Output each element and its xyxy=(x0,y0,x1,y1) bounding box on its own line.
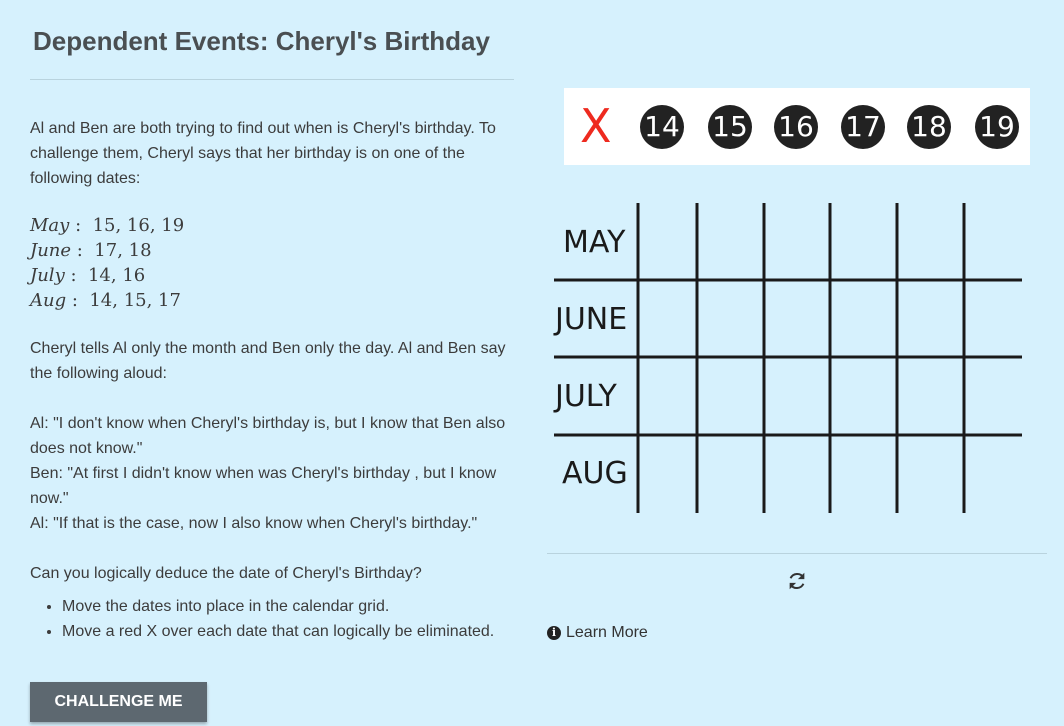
date-chip-19[interactable]: 19 xyxy=(975,105,1019,149)
grid-divider xyxy=(547,553,1047,554)
intro-text: Al and Ben are both trying to find out w… xyxy=(30,120,496,187)
instruction-list: Move the dates into place in the calenda… xyxy=(30,594,516,644)
date-chip-17[interactable]: 17 xyxy=(841,105,885,149)
date-option-may: May : 15, 16, 19 xyxy=(30,215,185,236)
dialogue-al-1: Al: "I don't know when Cheryl's birthday… xyxy=(30,415,506,457)
row-label-aug: AUG xyxy=(562,456,628,491)
instruction-item: Move a red X over each date that can log… xyxy=(62,619,516,644)
title-divider xyxy=(30,79,514,80)
learn-more-label: Learn More xyxy=(566,624,648,641)
red-x-marker[interactable]: X xyxy=(580,103,612,149)
instruction-item: Move the dates into place in the calenda… xyxy=(62,594,516,619)
date-option-aug: Aug : 14, 15, 17 xyxy=(30,290,181,311)
row-label-june: JUNE xyxy=(555,302,628,337)
date-tray: X 14 15 16 17 18 19 xyxy=(564,88,1030,165)
date-chip-14[interactable]: 14 xyxy=(640,105,684,149)
date-options: May : 15, 16, 19 June : 17, 18 July : 14… xyxy=(30,213,516,313)
page-title: Dependent Events: Cheryl's Birthday xyxy=(33,26,490,56)
date-chip-16[interactable]: 16 xyxy=(774,105,818,149)
date-chip-15[interactable]: 15 xyxy=(708,105,752,149)
learn-more-link[interactable]: i Learn More xyxy=(547,624,648,642)
date-option-july: July : 14, 16 xyxy=(30,265,146,286)
row-label-july: JULY xyxy=(555,379,617,414)
dialogue-ben: Ben: "At first I didn't know when was Ch… xyxy=(30,465,497,507)
date-option-june: June : 17, 18 xyxy=(30,240,152,261)
dialogue-al-2: Al: "If that is the case, now I also kno… xyxy=(30,515,478,532)
challenge-me-button[interactable]: CHALLENGE ME xyxy=(30,682,207,722)
date-chip-18[interactable]: 18 xyxy=(907,105,951,149)
question-text: Can you logically deduce the date of Che… xyxy=(30,565,422,582)
info-icon: i xyxy=(547,626,561,640)
refresh-icon[interactable] xyxy=(786,570,808,592)
calendar-grid[interactable]: MAY JUNE JULY AUG xyxy=(546,195,1036,525)
setup-text: Cheryl tells Al only the month and Ben o… xyxy=(30,340,506,382)
row-label-may: MAY xyxy=(563,225,626,260)
problem-text: Al and Ben are both trying to find out w… xyxy=(30,116,516,644)
